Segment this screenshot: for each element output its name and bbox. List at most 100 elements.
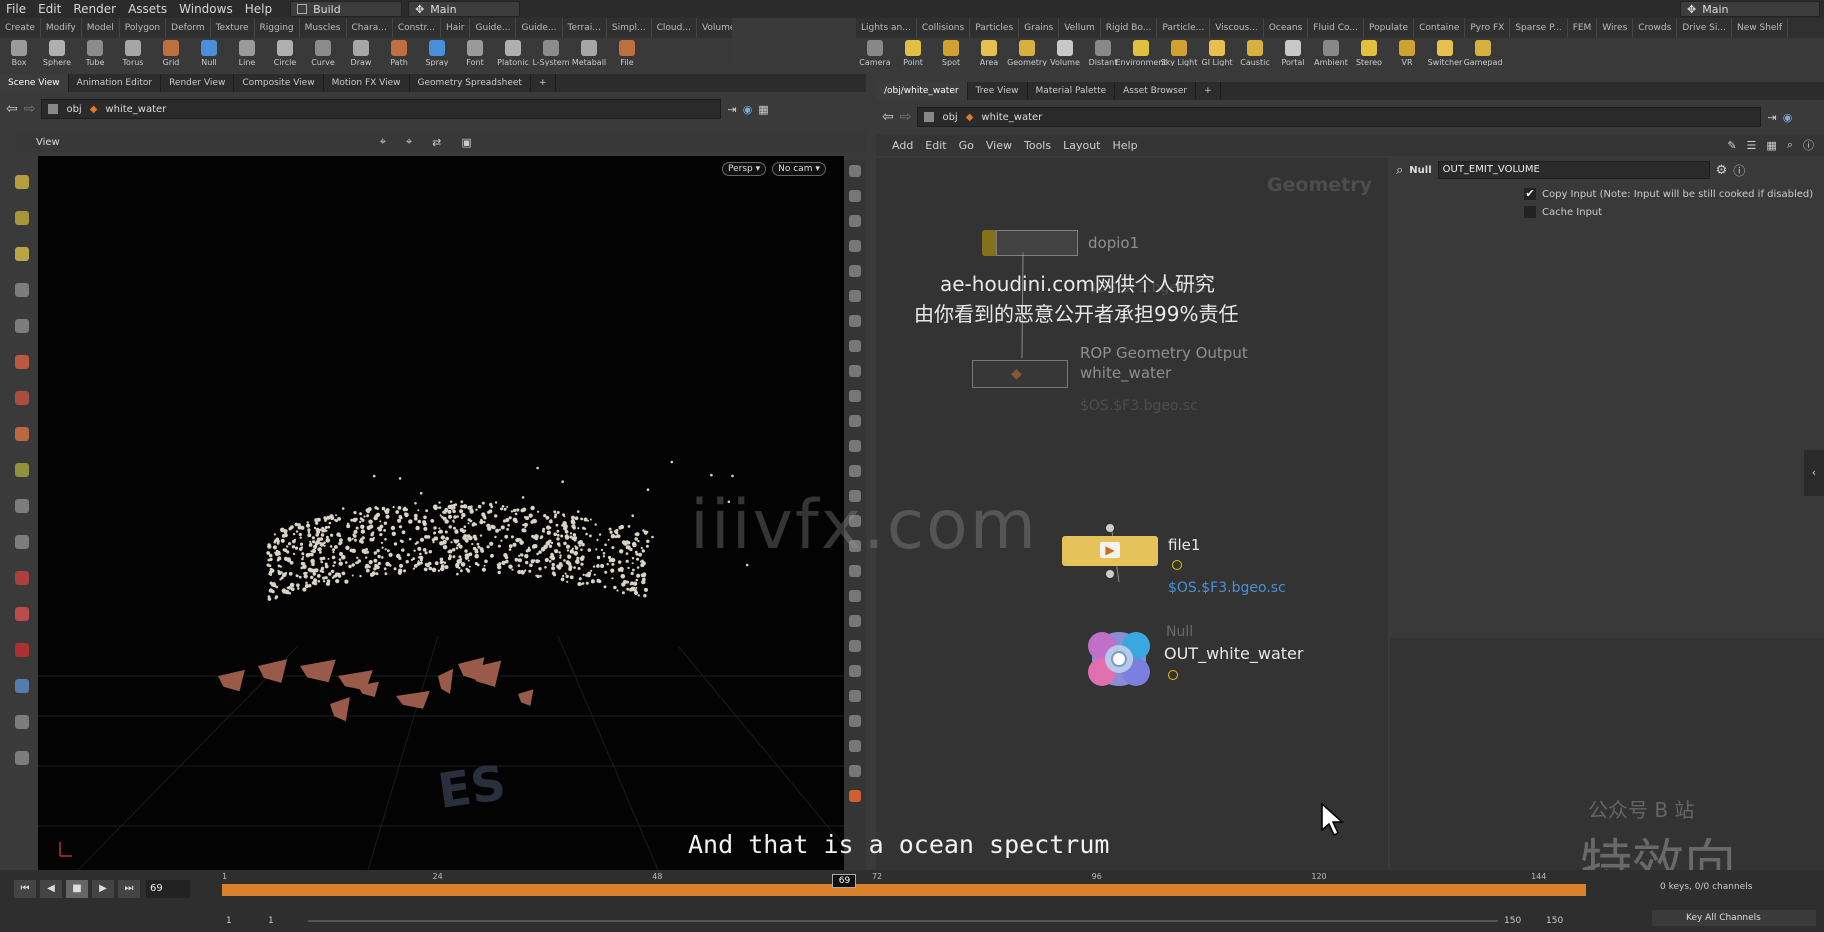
timeline-cursor[interactable]: 69 [832,874,857,888]
display-option-icon[interactable] [849,615,861,627]
viewport-tool-icon[interactable] [15,535,29,549]
shelf-tool[interactable]: Geometry Light [1007,40,1047,66]
shelf-tool[interactable]: Spot Light [932,40,970,66]
context-selector-right[interactable]: ✥ Main [1680,1,1820,17]
menu-help[interactable]: Help [239,2,278,16]
layout-icon[interactable]: ▦ [758,103,768,116]
shelf-tool[interactable]: Path [380,40,418,66]
display-option-icon[interactable] [849,390,861,402]
shelf-tab[interactable]: Lights an... [856,18,917,38]
net-menu-view[interactable]: View [986,139,1012,152]
display-option-icon[interactable] [849,465,861,477]
display-option-icon[interactable] [849,640,861,652]
net-menu-add[interactable]: Add [892,139,913,152]
grid-icon[interactable]: ▦ [1766,139,1776,152]
viewport-tool-icon[interactable] [15,355,29,369]
range-start[interactable]: 1 [226,916,232,926]
path-node[interactable]: white_water [105,104,166,115]
info-icon[interactable]: ⓘ [1803,137,1814,153]
tab-composite-view[interactable]: Composite View [234,74,324,92]
display-option-icon[interactable] [849,665,861,677]
forward-arrow-icon-right[interactable]: ⇨ [900,109,912,125]
shelf-tab[interactable]: Constr... [393,18,441,38]
net-menu-go[interactable]: Go [959,139,974,152]
path-root-right[interactable]: obj [942,112,957,123]
display-option-icon[interactable] [849,340,861,352]
tab-network-path[interactable]: /obj/white_water [876,82,968,100]
shelf-tool[interactable]: Spray Paint [418,40,456,66]
shelf-tool[interactable]: Area Light [970,40,1008,66]
shelf-tab[interactable]: Fluid Co... [1308,18,1364,38]
shelf-tab[interactable]: Viscous... [1210,18,1264,38]
viewport-tool-icon[interactable] [15,643,29,657]
shelf-tool[interactable]: Circle [266,40,304,66]
forward-arrow-icon[interactable]: ⇨ [24,101,36,117]
shelf-tab[interactable]: Collisions [917,18,971,38]
camera-menu-button[interactable]: No cam ▾ [772,162,826,176]
shelf-tab[interactable]: Oceans [1264,18,1309,38]
shelf-tool[interactable]: Caustic Light [1236,40,1274,66]
left-path-field[interactable]: obj ◆ white_water [41,99,722,119]
shelf-tool[interactable]: Stereo Camera [1350,40,1388,66]
param-gear-icon[interactable]: ⚙ [1716,163,1728,178]
shelf-tab[interactable]: Texture [211,18,255,38]
shelf-tab[interactable]: Grains [1019,18,1060,38]
back-arrow-icon-right[interactable]: ⇦ [882,109,894,125]
shelf-tool[interactable]: Metaball [570,40,608,66]
node-dopio1[interactable] [982,230,1078,256]
tab-motion-fx-view[interactable]: Motion FX View [324,74,410,92]
display-option-icon[interactable] [849,265,861,277]
tab-material-palette[interactable]: Material Palette [1028,82,1116,100]
viewport-tool-icon[interactable] [15,427,29,441]
viewport-tool-icon[interactable] [15,715,29,729]
display-option-icon[interactable] [849,215,861,227]
search-icon[interactable]: ⌕ [1787,138,1793,152]
add-tab-button[interactable]: + [531,74,556,92]
display-option-icon[interactable] [849,190,861,202]
shelf-tab[interactable]: FEM [1568,18,1598,38]
shelf-tab[interactable]: Sparse P... [1510,18,1568,38]
shelf-tool[interactable]: Sky Light [1160,40,1198,66]
shelf-tab[interactable]: Drive Si... [1677,18,1732,38]
reset-icon[interactable]: ⇄ [432,136,441,149]
menu-windows[interactable]: Windows [173,2,239,16]
shelf-tab[interactable]: Deform [166,18,211,38]
shelf-tab[interactable]: Particles [970,18,1020,38]
shelf-tool[interactable]: Sphere [38,40,76,66]
viewport-tool-icon[interactable] [15,607,29,621]
viewport-tool-icon[interactable] [15,283,29,297]
shelf-tab[interactable]: Cloud... [652,18,697,38]
net-menu-layout[interactable]: Layout [1063,139,1100,152]
shelf-tool[interactable]: Null [190,40,228,66]
shelf-tab[interactable]: Rigging [255,18,300,38]
shelf-tool[interactable]: Environment Light [1115,40,1167,66]
path-node-right[interactable]: white_water [981,112,1042,123]
path-root[interactable]: obj [66,104,81,115]
persp-menu-button[interactable]: Persp ▾ [722,162,767,176]
display-icon[interactable]: ▣ [461,136,471,149]
tab-render-view[interactable]: Render View [161,74,235,92]
key-all-channels-button[interactable]: Key All Channels [1652,910,1816,926]
display-option-icon[interactable] [849,365,861,377]
shelf-tool[interactable]: File [608,40,646,66]
wrench-icon[interactable]: ✎ [1727,139,1736,152]
network-icon-right[interactable]: ◉ [1783,111,1793,124]
desktop-selector[interactable]: Build [290,1,403,17]
node-rop-geometry[interactable]: ◆ [972,360,1068,388]
viewport-tool-icon[interactable] [15,319,29,333]
net-menu-help[interactable]: Help [1113,139,1138,152]
shelf-tab[interactable]: Modify [41,18,82,38]
shelf-tab[interactable]: Crowds [1633,18,1678,38]
node-flag[interactable] [982,230,996,256]
copy-input-checkbox[interactable]: ✔ [1524,188,1536,200]
display-option-icon[interactable] [849,415,861,427]
shelf-tab[interactable]: Terrai... [563,18,607,38]
range-end[interactable]: 150 [1504,916,1521,926]
menu-edit[interactable]: Edit [32,2,67,16]
shelf-tool[interactable]: Tube [76,40,114,66]
range-end-2[interactable]: 150 [1546,916,1563,926]
shelf-tab[interactable]: Particle... [1157,18,1211,38]
param-help-icon[interactable]: ⓘ [1733,162,1745,179]
shelf-tab[interactable]: Vellum [1059,18,1101,38]
add-tab-button-right[interactable]: + [1196,82,1221,100]
